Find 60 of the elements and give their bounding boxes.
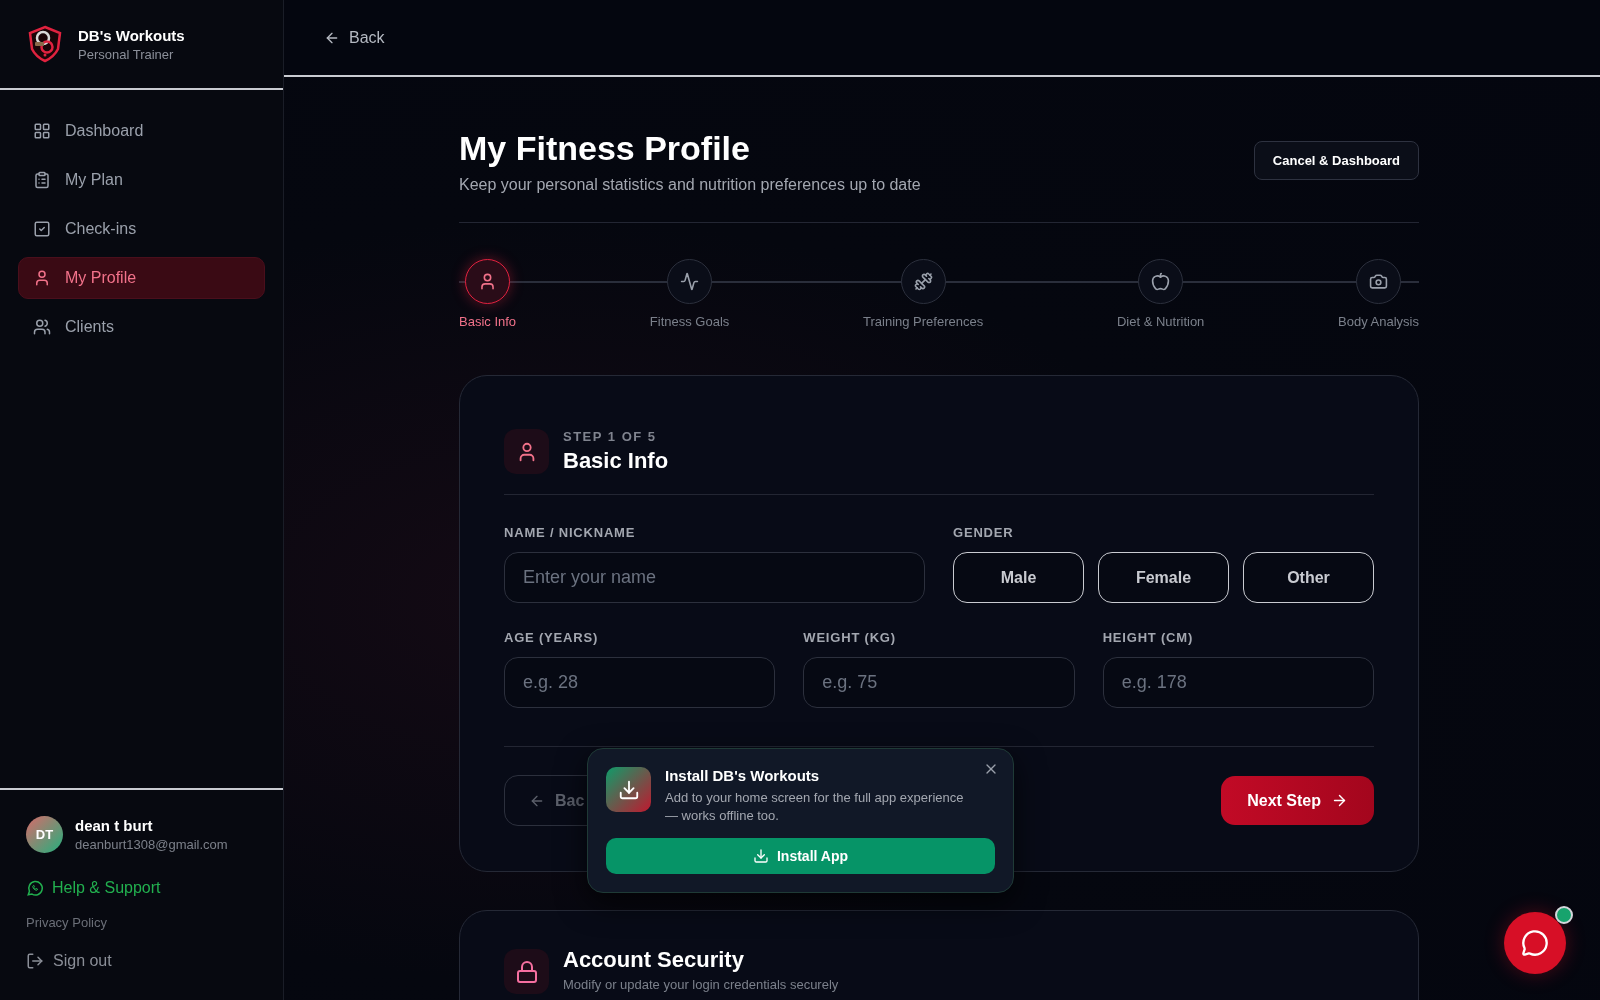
user-name: dean t burt	[75, 817, 154, 834]
people-icon	[33, 318, 51, 336]
step-tab[interactable]: Fitness Goals	[649, 259, 730, 329]
name-input[interactable]: Enter your name	[504, 552, 925, 603]
chat-bubble-icon	[26, 879, 44, 897]
nav-item[interactable]: Dashboard	[18, 110, 265, 152]
section-subtitle: Modify or update your login credentials securely	[563, 977, 839, 992]
person-icon	[504, 429, 549, 474]
person-icon	[33, 269, 51, 287]
nav-item[interactable]: Clients	[18, 306, 265, 348]
lock-icon	[504, 949, 549, 994]
section-title: Account Security	[563, 947, 745, 973]
install-button[interactable]: Install App	[606, 838, 995, 875]
field-label: WEIGHT (KG)	[803, 630, 897, 645]
download-icon	[752, 848, 769, 865]
page-title: My Fitness Profile	[459, 129, 751, 168]
step-tab[interactable]: Training Preferences	[863, 259, 984, 329]
field-label: GENDER	[953, 525, 1015, 540]
number-input[interactable]: e.g. 178	[1102, 657, 1374, 708]
logout-icon	[26, 952, 44, 970]
download-icon	[606, 767, 651, 812]
section-title: Basic Info	[563, 448, 669, 474]
chat-icon	[1521, 929, 1549, 957]
grid-icon	[33, 122, 51, 140]
gender-option[interactable]: Female	[1098, 552, 1229, 603]
arrow-right-icon	[1331, 792, 1348, 809]
camera-icon	[1369, 272, 1389, 291]
number-input[interactable]: e.g. 75	[803, 657, 1075, 708]
shield-logo-icon	[26, 25, 64, 63]
popup-title: Install DB's Workouts	[665, 767, 821, 784]
sign-out-link[interactable]: Sign out	[26, 952, 257, 970]
help-link[interactable]: Help & Support	[26, 879, 257, 897]
privacy-link[interactable]: Privacy Policy	[26, 915, 257, 930]
clipboard-icon	[33, 171, 51, 189]
nav-item[interactable]: Check-ins	[18, 208, 265, 250]
user-email: deanburt1308@gmail.com	[75, 837, 228, 852]
field-label: HEIGHT (CM)	[1102, 630, 1195, 645]
nav-item[interactable]: My Profile	[18, 257, 265, 299]
nav-item[interactable]: My Plan	[18, 159, 265, 201]
popup-text: Add to your home screen for the full app experience — works offline too.	[665, 789, 965, 825]
number-input[interactable]: e.g. 28	[504, 657, 776, 708]
cancel-button[interactable]: Cancel & Dashboard	[1253, 141, 1419, 180]
gender-option[interactable]: Other	[1243, 552, 1374, 603]
next-step-button[interactable]: Next Step	[1221, 776, 1374, 825]
step-counter: STEP 1 OF 5	[563, 429, 658, 444]
gender-option[interactable]: Male	[953, 552, 1084, 603]
back-link[interactable]: Back	[324, 28, 385, 47]
brand-subtitle: Personal Trainer	[78, 46, 175, 62]
pulse-icon	[680, 272, 700, 291]
step-tab[interactable]: Diet & Nutrition	[1116, 259, 1205, 329]
apple-icon	[1151, 272, 1171, 291]
dumbbell-icon	[913, 272, 933, 291]
field-label: NAME / NICKNAME	[504, 525, 637, 540]
brand-name: DB's Workouts	[78, 26, 185, 44]
step-tab[interactable]: Body Analysis	[1338, 259, 1419, 329]
user-avatar: DT	[26, 816, 63, 853]
page-subtitle: Keep your personal statistics and nutrition preferences up to date	[459, 176, 921, 194]
chat-button[interactable]	[1504, 912, 1566, 974]
field-label: AGE (YEARS)	[504, 630, 600, 645]
checkbox-icon	[33, 220, 51, 238]
